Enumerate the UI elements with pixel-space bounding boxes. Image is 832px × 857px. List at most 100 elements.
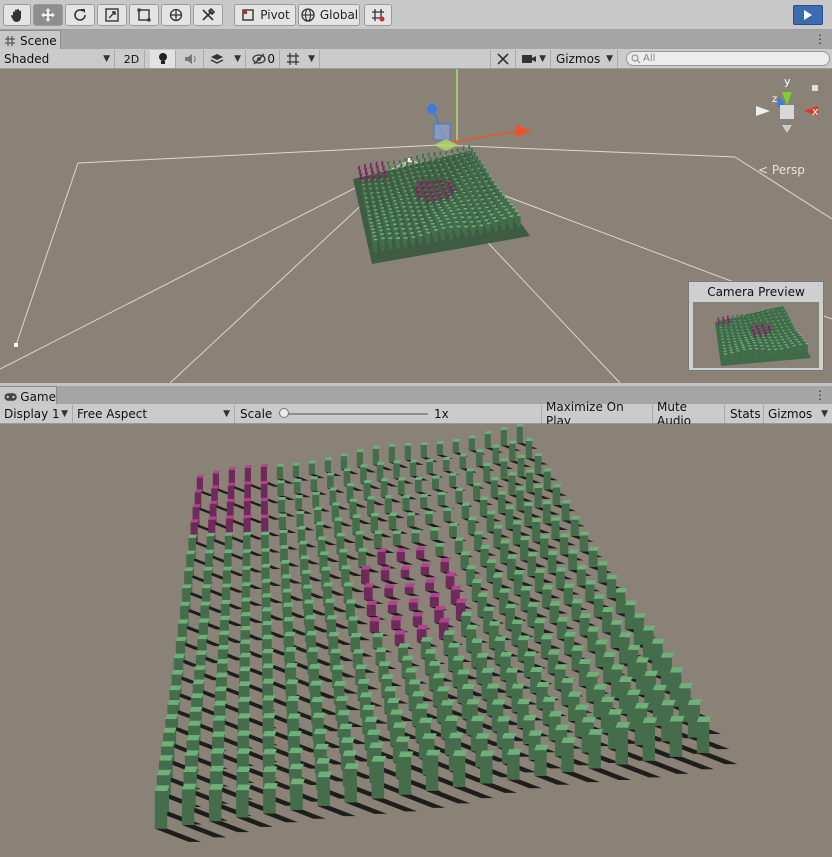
rect-tool-button[interactable] xyxy=(129,4,159,26)
game-gizmos-dropdown[interactable]: Gizmos ▼ xyxy=(764,405,832,423)
cube-top xyxy=(588,546,600,551)
cube-top xyxy=(486,683,500,689)
audio-toggle-button[interactable] xyxy=(178,50,204,68)
cube-top xyxy=(477,167,481,169)
stats-toggle[interactable]: Stats xyxy=(726,405,764,423)
cube-top xyxy=(420,180,424,182)
grid-visibility-dropdown[interactable]: ▼ xyxy=(282,50,320,68)
game-tab-menu-icon[interactable]: ⋮ xyxy=(814,388,826,402)
scale-slider-thumb[interactable] xyxy=(279,408,289,418)
mute-audio-toggle[interactable]: Mute Audio xyxy=(653,400,725,428)
cube-top xyxy=(473,186,478,188)
cube-side xyxy=(561,503,570,521)
hand-tool-button[interactable] xyxy=(3,4,31,26)
cube-side xyxy=(782,320,785,324)
cube-top xyxy=(500,651,513,657)
cube-top xyxy=(765,331,769,333)
cube-top xyxy=(226,498,235,502)
cube-side xyxy=(389,169,392,174)
cube-side xyxy=(369,621,380,633)
cube-top xyxy=(534,452,543,457)
cube-top xyxy=(179,601,191,606)
cube-side xyxy=(434,185,438,188)
display-dropdown[interactable]: Display 1 ▼ xyxy=(0,405,73,423)
cube-top xyxy=(476,652,489,658)
draw-mode-dropdown[interactable]: Shaded ▼ xyxy=(0,50,115,68)
cube-top xyxy=(530,667,544,672)
grid-snap-button[interactable] xyxy=(364,4,392,26)
cube-side xyxy=(380,481,388,497)
cube-top xyxy=(501,205,506,208)
cube-top xyxy=(438,618,451,623)
cube-top xyxy=(425,510,434,515)
cube-top xyxy=(385,224,390,226)
cube-top xyxy=(597,561,609,566)
effects-dropdown[interactable]: ▼ xyxy=(206,50,246,68)
pivot-toggle-button[interactable]: Pivot xyxy=(234,4,296,26)
scene-search-input[interactable]: All xyxy=(626,51,830,66)
cube-side xyxy=(552,487,561,505)
cube-top xyxy=(262,713,276,719)
move-gizmo[interactable] xyxy=(427,69,532,151)
cube-top xyxy=(719,326,722,328)
cube-side xyxy=(453,153,456,158)
cube-top xyxy=(471,225,476,228)
cube-side xyxy=(431,175,434,180)
cube-top xyxy=(370,513,380,517)
cube-side xyxy=(242,569,251,584)
cube-top xyxy=(588,729,604,735)
cube-top xyxy=(368,218,373,220)
cube-side xyxy=(532,521,541,542)
move-tool-button[interactable] xyxy=(33,4,63,26)
cube-side xyxy=(748,319,751,323)
cube-side xyxy=(455,156,458,162)
cube-top xyxy=(175,636,187,642)
cube-top xyxy=(773,336,777,338)
scale-tool-button[interactable] xyxy=(97,4,127,26)
rotate-tool-button[interactable] xyxy=(65,4,95,26)
cube-top xyxy=(352,514,362,518)
lighting-toggle-button[interactable] xyxy=(150,50,176,68)
orientation-gizmo[interactable]: y x z xyxy=(746,75,826,147)
cube-top xyxy=(447,207,452,209)
cube-top xyxy=(208,784,224,790)
maximize-on-play-toggle[interactable]: Maximize On Play xyxy=(542,400,653,428)
custom-tool-button[interactable] xyxy=(193,4,223,26)
cube-top xyxy=(194,665,207,670)
global-toggle-button[interactable]: Global xyxy=(298,4,360,26)
persp-label[interactable]: < Persp xyxy=(758,163,805,177)
cube-top xyxy=(282,588,293,593)
tab-game[interactable]: Game xyxy=(0,386,57,406)
toggle-2d-button[interactable]: 2D xyxy=(119,50,145,68)
cube-side xyxy=(779,306,782,311)
scene-tools-button[interactable] xyxy=(490,50,516,68)
scale-slider-track[interactable] xyxy=(283,413,428,415)
camera-settings-dropdown[interactable]: ▼ xyxy=(517,50,551,68)
cube-top xyxy=(464,170,468,172)
cube-top xyxy=(779,306,782,307)
cube-top xyxy=(451,161,455,163)
scene-gizmos-dropdown[interactable]: Gizmos ▼ xyxy=(552,50,618,68)
cube-top xyxy=(387,600,399,605)
scene-visibility-button[interactable]: 0 xyxy=(248,50,280,68)
cube-top xyxy=(719,324,722,326)
cube-top xyxy=(316,758,331,764)
cube-top xyxy=(345,599,357,604)
cube-shadow xyxy=(398,794,446,808)
cube-top xyxy=(740,342,744,344)
aspect-dropdown[interactable]: Free Aspect ▼ xyxy=(73,405,235,423)
cube-side xyxy=(439,179,442,183)
cube-side xyxy=(243,518,251,534)
tab-scene[interactable]: Scene xyxy=(0,30,61,50)
cube-shadow xyxy=(588,768,632,780)
game-viewport[interactable] xyxy=(0,424,832,857)
transform-tool-button[interactable] xyxy=(161,4,191,26)
cube-top xyxy=(480,544,491,549)
scene-tab-menu-icon[interactable]: ⋮ xyxy=(814,32,826,46)
cube-top xyxy=(517,635,530,641)
cube-top xyxy=(195,650,208,655)
handle-point[interactable] xyxy=(14,343,18,347)
cube-side xyxy=(466,175,470,182)
cube-top xyxy=(362,184,365,186)
play-button[interactable] xyxy=(793,5,823,25)
